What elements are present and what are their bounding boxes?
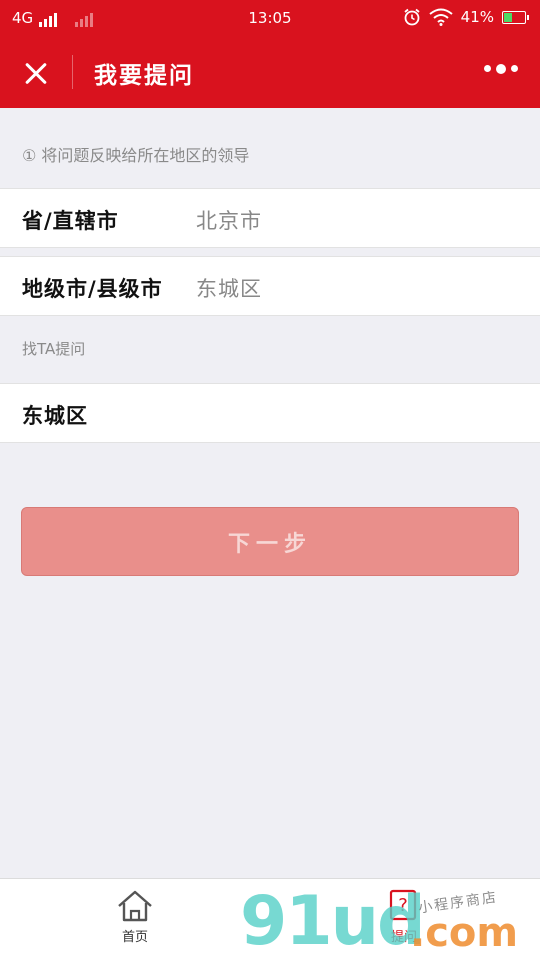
tab-home-label: 首页 xyxy=(121,930,148,945)
battery-level xyxy=(504,12,512,22)
province-label: 省/直辖市 xyxy=(22,209,119,233)
tab-bar: 首页 ? 提问 xyxy=(0,878,540,960)
alarm-icon xyxy=(404,8,420,26)
question-doc-icon: ? xyxy=(389,889,417,921)
city-value[interactable]: 东城区 xyxy=(196,273,262,303)
status-bar: 4G 13:05 41% xyxy=(0,0,540,36)
city-label: 地级市/县级市 xyxy=(22,277,163,301)
tab-home[interactable]: 首页 xyxy=(95,889,175,945)
tab-ask-label: 提问 xyxy=(390,930,417,945)
ask-section-label: 找TA提问 xyxy=(22,340,86,358)
status-right: 41% xyxy=(403,8,529,26)
wifi-icon xyxy=(429,8,453,26)
province-value[interactable]: 北京市 xyxy=(196,205,262,235)
battery-percent: 41% xyxy=(460,8,494,26)
svg-text:?: ? xyxy=(398,895,408,916)
nav-divider xyxy=(72,55,73,89)
ask-target-value[interactable]: 东城区 xyxy=(22,400,88,430)
more-dots-icon[interactable] xyxy=(484,63,518,74)
next-step-button[interactable]: 下一步 xyxy=(21,507,519,576)
tab-ask[interactable]: ? 提问 xyxy=(364,889,444,945)
page-title: 我要提问 xyxy=(94,63,194,89)
region-hint: ① 将问题反映给所在地区的领导 xyxy=(22,146,250,165)
close-icon[interactable] xyxy=(18,56,54,92)
ask-target-row[interactable]: 东城区 xyxy=(0,383,540,443)
city-row[interactable]: 地级市/县级市 东城区 xyxy=(0,256,540,316)
battery-icon xyxy=(502,10,529,24)
nav-bar: 我要提问 xyxy=(0,36,540,108)
home-icon xyxy=(118,890,152,922)
province-row[interactable]: 省/直辖市 北京市 xyxy=(0,188,540,248)
